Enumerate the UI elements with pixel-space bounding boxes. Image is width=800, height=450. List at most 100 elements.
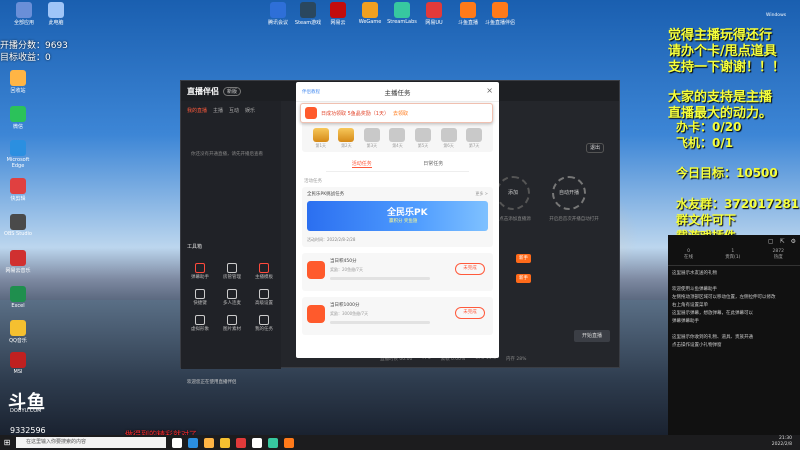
desktop-icon[interactable]: 回收站 — [0, 70, 36, 94]
taskbar-app-icon[interactable] — [204, 437, 214, 448]
overlay-fans-group: 水友群：372017281 — [676, 197, 800, 211]
chat-toolbar-icon[interactable]: ⇱ — [780, 238, 785, 245]
tool-label: 快捷键 — [193, 301, 207, 306]
close-icon[interactable]: × — [486, 86, 493, 95]
taskbar-app-icon[interactable] — [236, 437, 246, 448]
app-tab[interactable]: 我的直播 — [187, 107, 207, 114]
tab-daily-tasks[interactable]: 日常任务 — [423, 160, 443, 168]
newbie-badge-2[interactable]: 新手 — [516, 274, 531, 283]
danmaku-chat-panel: ▢ ⇱ ⚙ 0 在线 1 贵宾(1) 2872 热度 这里展示水友送的礼物 欢迎使用斗鱼弹幕助手… — [668, 235, 800, 435]
task-status-button[interactable]: 未完成 — [455, 263, 485, 275]
chat-divider — [668, 265, 800, 266]
auto-live-note: 开启后首次开播自动打开 — [549, 217, 599, 222]
signin-days: 第1天 第2天 第3天 第4天 第5天 第6天 第7天 — [302, 128, 493, 149]
tutorial-link[interactable]: 伴侣教程 — [302, 89, 320, 95]
tool-item[interactable]: 主播模板 — [249, 263, 279, 280]
taskbar-app-icon[interactable] — [188, 437, 198, 448]
pk-more-link[interactable]: 更多 > — [475, 191, 488, 197]
desktop-icon[interactable]: 此电脑 — [38, 2, 74, 26]
tool-item[interactable]: 图片素材 — [217, 315, 247, 332]
chat-message: 这里展示弹幕，想放弹幕，在此弹幕可以 — [672, 311, 753, 316]
desktop-icon[interactable]: OBS Studio — [0, 214, 36, 237]
desktop-icon[interactable]: 全部应用 — [6, 2, 42, 26]
chat-stat: 0 在线 — [684, 249, 693, 260]
tool-item[interactable]: 快捷键 — [185, 289, 215, 306]
signin-day-label: 第7天 — [468, 143, 480, 148]
clock-date: 2022/2/8 — [771, 442, 792, 447]
desktop-icon[interactable]: 网易云 — [320, 2, 356, 26]
tool-item[interactable]: 多人连麦 — [217, 289, 247, 306]
desktop-icon[interactable]: QQ音乐 — [0, 320, 36, 344]
exit-button[interactable]: 退出 — [586, 143, 604, 153]
task-status-button[interactable]: 未完成 — [455, 307, 485, 319]
chat-toolbar-icon[interactable]: ▢ — [768, 238, 774, 245]
tool-item[interactable]: 虚拟形象 — [185, 315, 215, 332]
desktop-icon[interactable]: MSI — [0, 352, 36, 375]
signin-day: 第5天 — [415, 128, 432, 149]
desktop-icon[interactable]: 网易云音乐 — [0, 250, 36, 274]
overlay-note-1: 群文件可下 — [676, 213, 737, 227]
taskbar-app-icon[interactable] — [268, 437, 278, 448]
task-item: 当日积450分 奖励：20鱼翅/7天 未完成 — [302, 253, 493, 291]
notice-claim-link[interactable]: 去领取 — [393, 110, 408, 117]
auto-live-circle[interactable]: 自动开播 — [552, 176, 586, 210]
signin-day-label: 第1天 — [315, 143, 327, 148]
desktop-icon-label: 回收站 — [10, 88, 26, 94]
desktop-icon-label: StreamLabs — [387, 19, 417, 25]
taskbar-app-icon[interactable] — [284, 437, 294, 448]
notice-text: 日成功领取 5鱼晶奖励（1天） — [321, 110, 389, 117]
taskbar-clock[interactable]: 21:30 2022/2/8 — [772, 436, 792, 448]
add-source-circle[interactable]: 添加 — [496, 176, 530, 210]
desktop-icon[interactable]: 斗鱼直播伴侣 — [482, 2, 518, 26]
newbie-badge-1[interactable]: 新手 — [516, 254, 531, 263]
tool-label: 我的任务 — [255, 327, 273, 332]
task-reward: 奖励：20鱼翅/7天 — [330, 267, 363, 272]
task-reward: 奖励：3000鱼翅/7天 — [330, 311, 369, 316]
taskbar-app-icon[interactable] — [252, 437, 262, 448]
desktop-icon-label: 斗鱼直播伴侣 — [484, 20, 515, 26]
windows-start-icon[interactable]: ⊞ — [0, 435, 14, 450]
desktop-icon[interactable]: 快剪辑 — [0, 178, 36, 202]
chat-message: 这里展示你收到的礼物、道具、贵族开通 — [672, 335, 753, 340]
taskbar-app-icon[interactable] — [220, 437, 230, 448]
tool-item[interactable]: 高级设置 — [249, 289, 279, 306]
pk-banner[interactable]: 全民乐PK 赢积分 奖鱼翅 — [307, 201, 488, 231]
taskbar-search[interactable]: 在这里输入你要搜索的内容 — [16, 437, 166, 448]
overlay-plane-count: 飞机：0/1 — [676, 136, 734, 150]
tab-activity-tasks[interactable]: 活动任务 — [351, 160, 372, 168]
tool-label: 多人连麦 — [223, 301, 241, 306]
chat-message: 右上角有设置菜单 — [672, 303, 708, 308]
toolbox-title: 工具箱 — [187, 244, 203, 250]
room-id: 9332596 — [10, 426, 46, 435]
desktop-icon[interactable]: 微信 — [0, 106, 36, 130]
desktop-icon[interactable]: 网易UU — [416, 2, 452, 26]
fire-icon — [307, 305, 325, 323]
left-panel: 我的直播 主播 互动 娱乐 你还没有开通直播，请先开播后查看 工具箱 弹幕助手 房管管理… — [181, 101, 281, 385]
tool-item[interactable]: 弹幕助手 — [185, 263, 215, 280]
start-live-button[interactable]: 开始直播 — [574, 330, 610, 342]
desktop-icon[interactable]: 斗鱼直播 — [450, 2, 486, 26]
desktop-icon-label: 网易云 — [330, 20, 346, 26]
app-tab[interactable]: 主播 — [213, 107, 223, 114]
auto-live-label: 自动开播 — [558, 190, 579, 196]
desktop-icon[interactable]: Microsoft Edge — [0, 140, 36, 169]
tool-item[interactable]: 我的任务 — [249, 315, 279, 332]
status-item: 内存 28% — [505, 357, 527, 362]
welcome-message: 欢迎您正在使用直播伴侣 — [187, 380, 237, 385]
version-badge[interactable]: 新版 — [223, 86, 242, 96]
app-tab[interactable]: 互动 — [229, 107, 239, 114]
taskbar-app-icon[interactable] — [172, 437, 182, 448]
chat-toolbar-icon[interactable]: ⚙ — [791, 238, 796, 245]
desktop-icon[interactable]: StreamLabs — [384, 2, 420, 25]
desktop-icon[interactable]: WeGame — [352, 2, 388, 25]
desktop-icon[interactable]: Excel — [0, 286, 36, 309]
app-tab[interactable]: 娱乐 — [245, 107, 255, 114]
overlay-line-3: 支持一下谢谢！！！ — [668, 60, 786, 75]
chat-header: ▢ ⇱ ⚙ — [668, 235, 800, 247]
app-icon — [426, 2, 442, 18]
chat-message: 左侧拖动顶部区域可以移动位置，左侧拉伸可以修改 — [672, 295, 776, 300]
medal-icon — [363, 128, 380, 142]
tool-item[interactable]: 房管管理 — [217, 263, 247, 280]
windows-label: Windows — [766, 13, 787, 18]
section-title: 活动任务 — [304, 179, 322, 184]
